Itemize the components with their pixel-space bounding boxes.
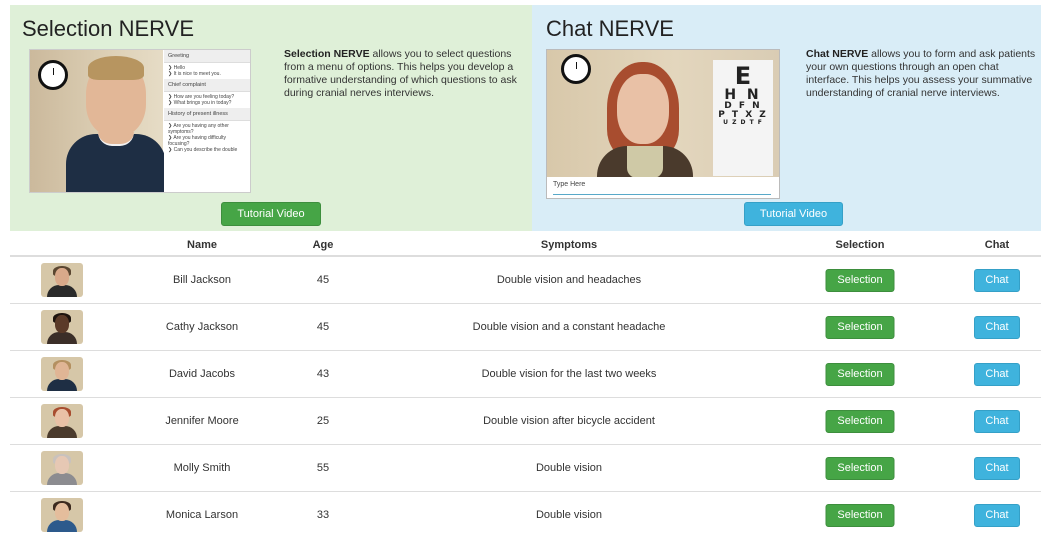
table-row: David Jacobs 43 Double vision for the la… <box>10 351 1041 398</box>
avatar-body <box>47 379 77 391</box>
patient-age: 45 <box>316 274 330 286</box>
patient-avatar <box>41 451 83 485</box>
menu-items-greeting: ❯ Hello ❯ It is nice to meet you. <box>168 65 221 77</box>
patient-age: 33 <box>316 509 330 521</box>
avatar-body <box>47 332 77 344</box>
selection-button[interactable]: Selection <box>825 362 895 386</box>
selection-nerve-title: Selection NERVE <box>22 16 195 41</box>
chat-button[interactable]: Chat <box>974 315 1020 339</box>
patient-name: Bill Jackson <box>172 274 232 286</box>
chat-nerve-title: Chat NERVE <box>546 16 674 41</box>
chat-button[interactable]: Chat <box>974 456 1020 480</box>
table-row: Cathy Jackson 45 Double vision and a con… <box>10 304 1041 351</box>
header-chat: Chat <box>984 239 1010 251</box>
patient-symptoms: Double vision and headaches <box>496 274 642 286</box>
header-symptoms: Symptoms <box>540 239 598 251</box>
avatar-face <box>55 315 69 333</box>
patient-symptoms: Double vision for the last two weeks <box>481 368 657 380</box>
patient-scene <box>30 50 166 192</box>
avatar-body <box>47 473 77 485</box>
selection-button[interactable]: Selection <box>825 503 895 527</box>
selection-nerve-panel: Selection NERVE Greeting ❯ Hello ❯ It is… <box>10 5 532 231</box>
menu-header-greeting: Greeting <box>164 50 250 63</box>
patient-symptoms: Double vision <box>535 509 603 521</box>
chat-nerve-preview: E H N D F N P T X Z U Z D T F Type Here <box>546 49 780 199</box>
table-header: Name Age Symptoms Selection Chat <box>10 233 1041 257</box>
chat-input-preview: Type Here <box>547 177 779 198</box>
table-body: Bill Jackson 45 Double vision and headac… <box>10 257 1041 539</box>
patient-avatar <box>41 310 83 344</box>
patient-age: 55 <box>316 462 330 474</box>
avatar-face <box>55 503 69 521</box>
chat-button[interactable]: Chat <box>974 268 1020 292</box>
patient-age: 45 <box>316 321 330 333</box>
header-selection: Selection <box>835 239 885 251</box>
avatar-face <box>55 268 69 286</box>
chat-button[interactable]: Chat <box>974 503 1020 527</box>
selection-button[interactable]: Selection <box>825 409 895 433</box>
patient-head <box>617 74 669 144</box>
clock-icon <box>561 54 591 84</box>
patient-avatar <box>41 357 83 391</box>
selection-nerve-preview: Greeting ❯ Hello ❯ It is nice to meet yo… <box>29 49 251 193</box>
avatar-face <box>55 409 69 427</box>
table-row: Bill Jackson 45 Double vision and headac… <box>10 257 1041 304</box>
patient-avatar <box>41 263 83 297</box>
question-menu: Greeting ❯ Hello ❯ It is nice to meet yo… <box>164 50 250 192</box>
table-row: Jennifer Moore 25 Double vision after bi… <box>10 398 1041 445</box>
patient-name: Jennifer Moore <box>165 415 239 427</box>
chat-nerve-panel: Chat NERVE E H N D F N P T X Z U Z D T F… <box>532 5 1041 231</box>
patient-avatar <box>41 498 83 532</box>
patient-table: Name Age Symptoms Selection Chat Bill Ja… <box>10 233 1041 539</box>
patient-symptoms: Double vision after bicycle accident <box>483 415 655 427</box>
patient-name: David Jacobs <box>168 368 236 380</box>
patient-name: Molly Smith <box>173 462 231 474</box>
table-row: Monica Larson 33 Double vision Selection… <box>10 492 1041 539</box>
avatar-body <box>47 426 77 438</box>
menu-items-history: ❯ Are you having any other symptoms? ❯ A… <box>168 123 238 153</box>
menu-header-complaint: Chief complaint <box>164 79 250 92</box>
avatar-face <box>55 362 69 380</box>
patient-scene: E H N D F N P T X Z U Z D T F <box>547 50 779 186</box>
chat-nerve-description: Chat NERVE allows you to form and ask pa… <box>806 48 1036 99</box>
menu-items-complaint: ❯ How are you feeling today? ❯ What brin… <box>168 94 235 106</box>
selection-nerve-description: Selection NERVE allows you to select que… <box>284 48 517 99</box>
menu-header-history: History of present illness <box>164 108 250 121</box>
patient-name: Monica Larson <box>165 509 239 521</box>
chat-button[interactable]: Chat <box>974 362 1020 386</box>
selection-tutorial-video-button[interactable]: Tutorial Video <box>221 202 321 226</box>
patient-name: Cathy Jackson <box>165 321 239 333</box>
patient-age: 25 <box>316 415 330 427</box>
patient-hair <box>88 56 144 80</box>
header-age: Age <box>312 239 334 251</box>
mode-panels: Selection NERVE Greeting ❯ Hello ❯ It is… <box>10 5 1041 231</box>
eye-chart: E H N D F N P T X Z U Z D T F <box>713 60 773 176</box>
selection-button[interactable]: Selection <box>825 268 895 292</box>
patient-symptoms: Double vision and a constant headache <box>472 321 666 333</box>
patient-symptoms: Double vision <box>535 462 603 474</box>
table-row: Molly Smith 55 Double vision Selection C… <box>10 445 1041 492</box>
selection-button[interactable]: Selection <box>825 456 895 480</box>
clock-icon <box>38 60 68 90</box>
avatar-body <box>47 520 77 532</box>
selection-button[interactable]: Selection <box>825 315 895 339</box>
avatar-face <box>55 456 69 474</box>
patient-age: 43 <box>316 368 330 380</box>
chat-button[interactable]: Chat <box>974 409 1020 433</box>
patient-avatar <box>41 404 83 438</box>
chat-tutorial-video-button[interactable]: Tutorial Video <box>744 202 843 226</box>
avatar-body <box>47 285 77 297</box>
header-name: Name <box>187 239 217 251</box>
